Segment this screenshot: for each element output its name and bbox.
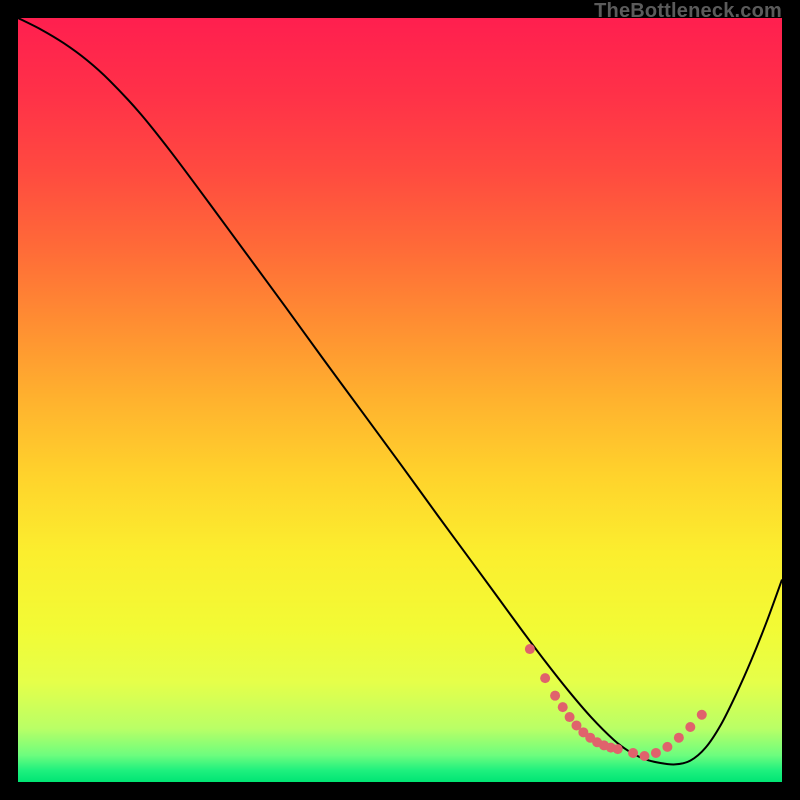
marker-point xyxy=(525,644,535,654)
marker-point xyxy=(550,691,560,701)
watermark: TheBottleneck.com xyxy=(594,0,782,23)
marker-point xyxy=(674,733,684,743)
marker-point xyxy=(662,742,672,752)
marker-point xyxy=(628,748,638,758)
marker-point xyxy=(565,712,575,722)
marker-point xyxy=(639,751,649,761)
marker-point xyxy=(613,744,623,754)
marker-point xyxy=(685,722,695,732)
marker-point xyxy=(558,702,568,712)
chart-container: TheBottleneck.com xyxy=(0,0,800,800)
gradient-background xyxy=(18,18,782,782)
plot-area xyxy=(18,18,782,782)
marker-point xyxy=(697,710,707,720)
marker-point xyxy=(651,748,661,758)
marker-point xyxy=(540,673,550,683)
chart-svg xyxy=(18,18,782,782)
